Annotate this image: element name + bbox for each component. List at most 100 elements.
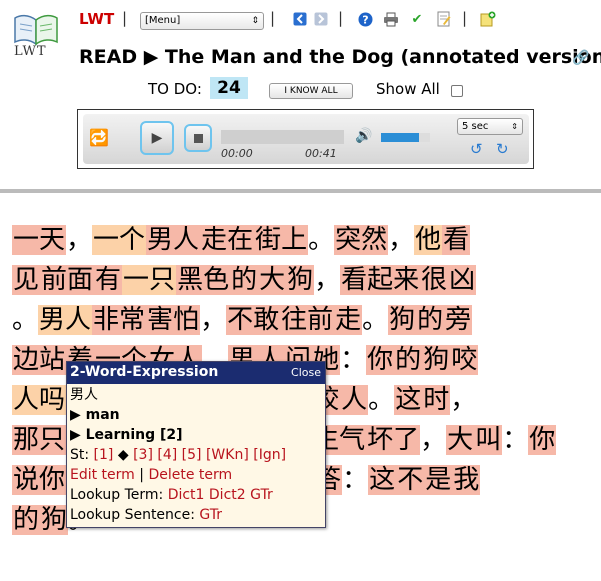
word-term[interactable]: 有 (94, 265, 123, 295)
lwt-home-link[interactable]: LWT (79, 10, 114, 28)
word-term[interactable]: 咬 (450, 345, 479, 375)
link-icon[interactable]: 🔗 (572, 50, 589, 66)
repeat-icon[interactable]: 🔁 (89, 128, 109, 147)
audio-progress-bar[interactable] (221, 130, 344, 144)
help-icon[interactable]: ? (357, 11, 373, 27)
word-term[interactable]: 不敢 (226, 305, 281, 335)
word-term[interactable]: 狗 (40, 505, 69, 535)
gtr-term-link[interactable]: GTr (250, 487, 273, 503)
skip-forward-icon[interactable]: ↻ (496, 140, 509, 158)
delete-term-link[interactable]: Delete term (148, 467, 232, 483)
word-term[interactable]: 走 (334, 305, 363, 335)
word-term[interactable]: 大 (446, 425, 475, 455)
text-line: 一天，一个男人走在街上。突然，他看 (12, 222, 471, 258)
menu-select[interactable]: [Menu] ⇕ (140, 12, 264, 30)
word-term[interactable]: 是 (424, 465, 453, 495)
popup-translation: ▶ man (70, 407, 120, 423)
word-term[interactable]: 的 (12, 505, 41, 535)
play-button[interactable]: ▶ (140, 121, 174, 155)
menu-select-value: [Menu] (145, 15, 181, 26)
popup-close-button[interactable]: Close (291, 366, 321, 379)
word-term[interactable]: 的 (230, 265, 259, 295)
word-term[interactable]: 街上 (254, 225, 309, 255)
lookup-term-label: Lookup Term: (70, 487, 164, 503)
popup-term-actions: Edit term | Delete term (70, 466, 232, 485)
dict1-link[interactable]: Dict1 (168, 487, 205, 503)
word-term[interactable]: 边站 (12, 345, 67, 375)
word-term[interactable]: 非常 (92, 305, 147, 335)
status-ign-link[interactable]: [Ign] (253, 447, 286, 463)
word-term[interactable]: 狗 (422, 345, 451, 375)
skip-seconds-select[interactable]: 5 sec ⇕ (457, 118, 523, 135)
status-5-link[interactable]: [5] (182, 447, 202, 463)
word-term[interactable]: 看起来 (340, 265, 421, 295)
punctuation: 。 (368, 385, 395, 415)
select-arrow-icon: ⇕ (511, 122, 518, 131)
pipe-separator: | (139, 467, 144, 483)
todo-count: 24 (210, 77, 248, 99)
word-term[interactable]: 一只 (122, 265, 177, 295)
status-1-link[interactable]: [1] (94, 447, 114, 463)
popup-title: 2-Word-Expression (70, 364, 219, 380)
status-3-link[interactable]: [3] (133, 447, 153, 463)
show-all-checkbox[interactable] (451, 85, 463, 97)
todo-label: TO DO: (148, 80, 202, 98)
word-term[interactable]: 一天 (12, 225, 67, 255)
edit-text-icon[interactable] (436, 11, 452, 27)
skip-back-icon[interactable]: ↺ (470, 140, 483, 158)
word-term[interactable]: 见 (12, 265, 41, 295)
status-4-link[interactable]: [4] (157, 447, 177, 463)
punctuation: ， (388, 225, 415, 255)
word-term[interactable]: 时 (422, 385, 451, 415)
word-term[interactable]: 狗 (286, 265, 315, 295)
word-term[interactable]: 不 (396, 465, 425, 495)
word-term[interactable]: 往前 (280, 305, 335, 335)
word-term[interactable]: 男人 (146, 225, 201, 255)
punctuation: 。 (12, 305, 39, 335)
word-term[interactable]: 男人 (38, 305, 93, 335)
word-term[interactable]: 叫 (474, 425, 503, 455)
word-term[interactable]: 你 (366, 345, 395, 375)
new-text-icon[interactable] (480, 11, 496, 27)
punctuation: 。 (362, 305, 389, 335)
word-term[interactable]: 我 (452, 465, 481, 495)
word-term[interactable]: 人 (340, 385, 369, 415)
word-term[interactable]: 前面 (40, 265, 95, 295)
word-term[interactable]: 狗 (388, 305, 417, 335)
word-term[interactable]: 的 (416, 305, 445, 335)
edit-term-link[interactable]: Edit term (70, 467, 135, 483)
word-term[interactable]: 说你 (12, 465, 67, 495)
word-term[interactable]: 这 (368, 465, 397, 495)
separator: | (270, 9, 276, 27)
i-know-all-button[interactable]: I KNOW ALL (269, 83, 353, 99)
gtr-sentence-link[interactable]: GTr (199, 507, 222, 523)
word-term[interactable]: 凶 (448, 265, 477, 295)
stop-icon (193, 133, 203, 143)
word-term[interactable]: 的 (394, 345, 423, 375)
next-text-icon[interactable] (313, 11, 329, 27)
word-term[interactable]: 人吗 (12, 385, 67, 415)
word-term[interactable]: 他 (414, 225, 443, 255)
word-term[interactable]: 旁 (444, 305, 473, 335)
word-term[interactable]: 突然 (334, 225, 389, 255)
stop-button[interactable] (184, 124, 212, 152)
word-term[interactable]: 这 (394, 385, 423, 415)
word-term[interactable]: 看 (442, 225, 471, 255)
word-term[interactable]: 黑色 (176, 265, 231, 295)
print-icon[interactable] (383, 11, 399, 27)
status-wkn-link[interactable]: [WKn] (206, 447, 249, 463)
volume-level (381, 133, 419, 142)
word-term[interactable]: 坏了 (366, 425, 421, 455)
word-term[interactable]: 害怕 (146, 305, 201, 335)
frame-divider[interactable] (0, 189, 601, 193)
word-term[interactable]: 走在 (200, 225, 255, 255)
word-term[interactable]: 一个 (92, 225, 147, 255)
dict2-link[interactable]: Dict2 (209, 487, 246, 503)
previous-text-icon[interactable] (292, 11, 308, 27)
word-term[interactable]: 大 (258, 265, 287, 295)
word-term[interactable]: 你 (528, 425, 557, 455)
word-term[interactable]: 很 (420, 265, 449, 295)
word-term[interactable]: 那只 (12, 425, 67, 455)
checkmark-icon[interactable]: ✔ (409, 11, 425, 27)
volume-icon[interactable]: 🔊 (355, 128, 372, 144)
